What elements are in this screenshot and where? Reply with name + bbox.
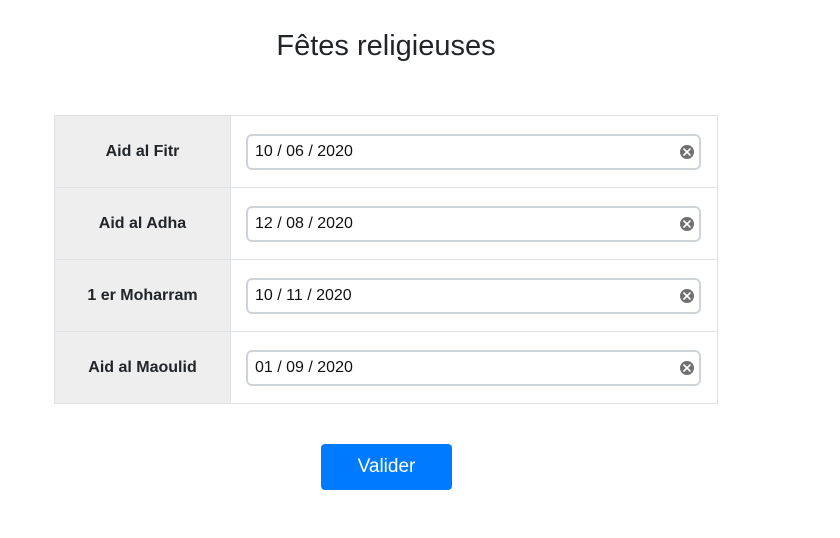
holidays-table: Aid al Fitr 10 / 06 / 2020 Aid al Adha 1… <box>54 115 718 404</box>
table-row: Aid al Adha 12 / 08 / 2020 <box>54 187 718 260</box>
date-value[interactable]: 10 / 06 / 2020 <box>255 143 353 161</box>
submit-button[interactable]: Valider <box>321 444 452 490</box>
page-title: Fêtes religieuses <box>276 30 496 62</box>
table-row: Aid al Fitr 10 / 06 / 2020 <box>54 115 718 188</box>
date-field-aid-al-adha[interactable]: 12 / 08 / 2020 <box>246 205 701 242</box>
holiday-label: Aid al Fitr <box>54 115 231 188</box>
table-row: Aid al Maoulid 01 / 09 / 2020 <box>54 331 718 404</box>
date-value[interactable]: 10 / 11 / 2020 <box>255 287 352 305</box>
date-value[interactable]: 01 / 09 / 2020 <box>255 359 353 377</box>
date-field-aid-al-maoulid[interactable]: 01 / 09 / 2020 <box>246 349 701 386</box>
holiday-label: Aid al Adha <box>54 187 231 260</box>
clear-icon[interactable] <box>680 144 694 159</box>
date-field-1-er-moharram[interactable]: 10 / 11 / 2020 <box>246 277 701 314</box>
clear-icon[interactable] <box>680 360 694 375</box>
clear-icon[interactable] <box>680 288 694 303</box>
table-row: 1 er Moharram 10 / 11 / 2020 <box>54 259 718 332</box>
clear-icon[interactable] <box>680 216 694 231</box>
holiday-label: Aid al Maoulid <box>54 331 231 404</box>
date-field-aid-al-fitr[interactable]: 10 / 06 / 2020 <box>246 133 701 170</box>
date-value[interactable]: 12 / 08 / 2020 <box>255 215 353 233</box>
holiday-label: 1 er Moharram <box>54 259 231 332</box>
